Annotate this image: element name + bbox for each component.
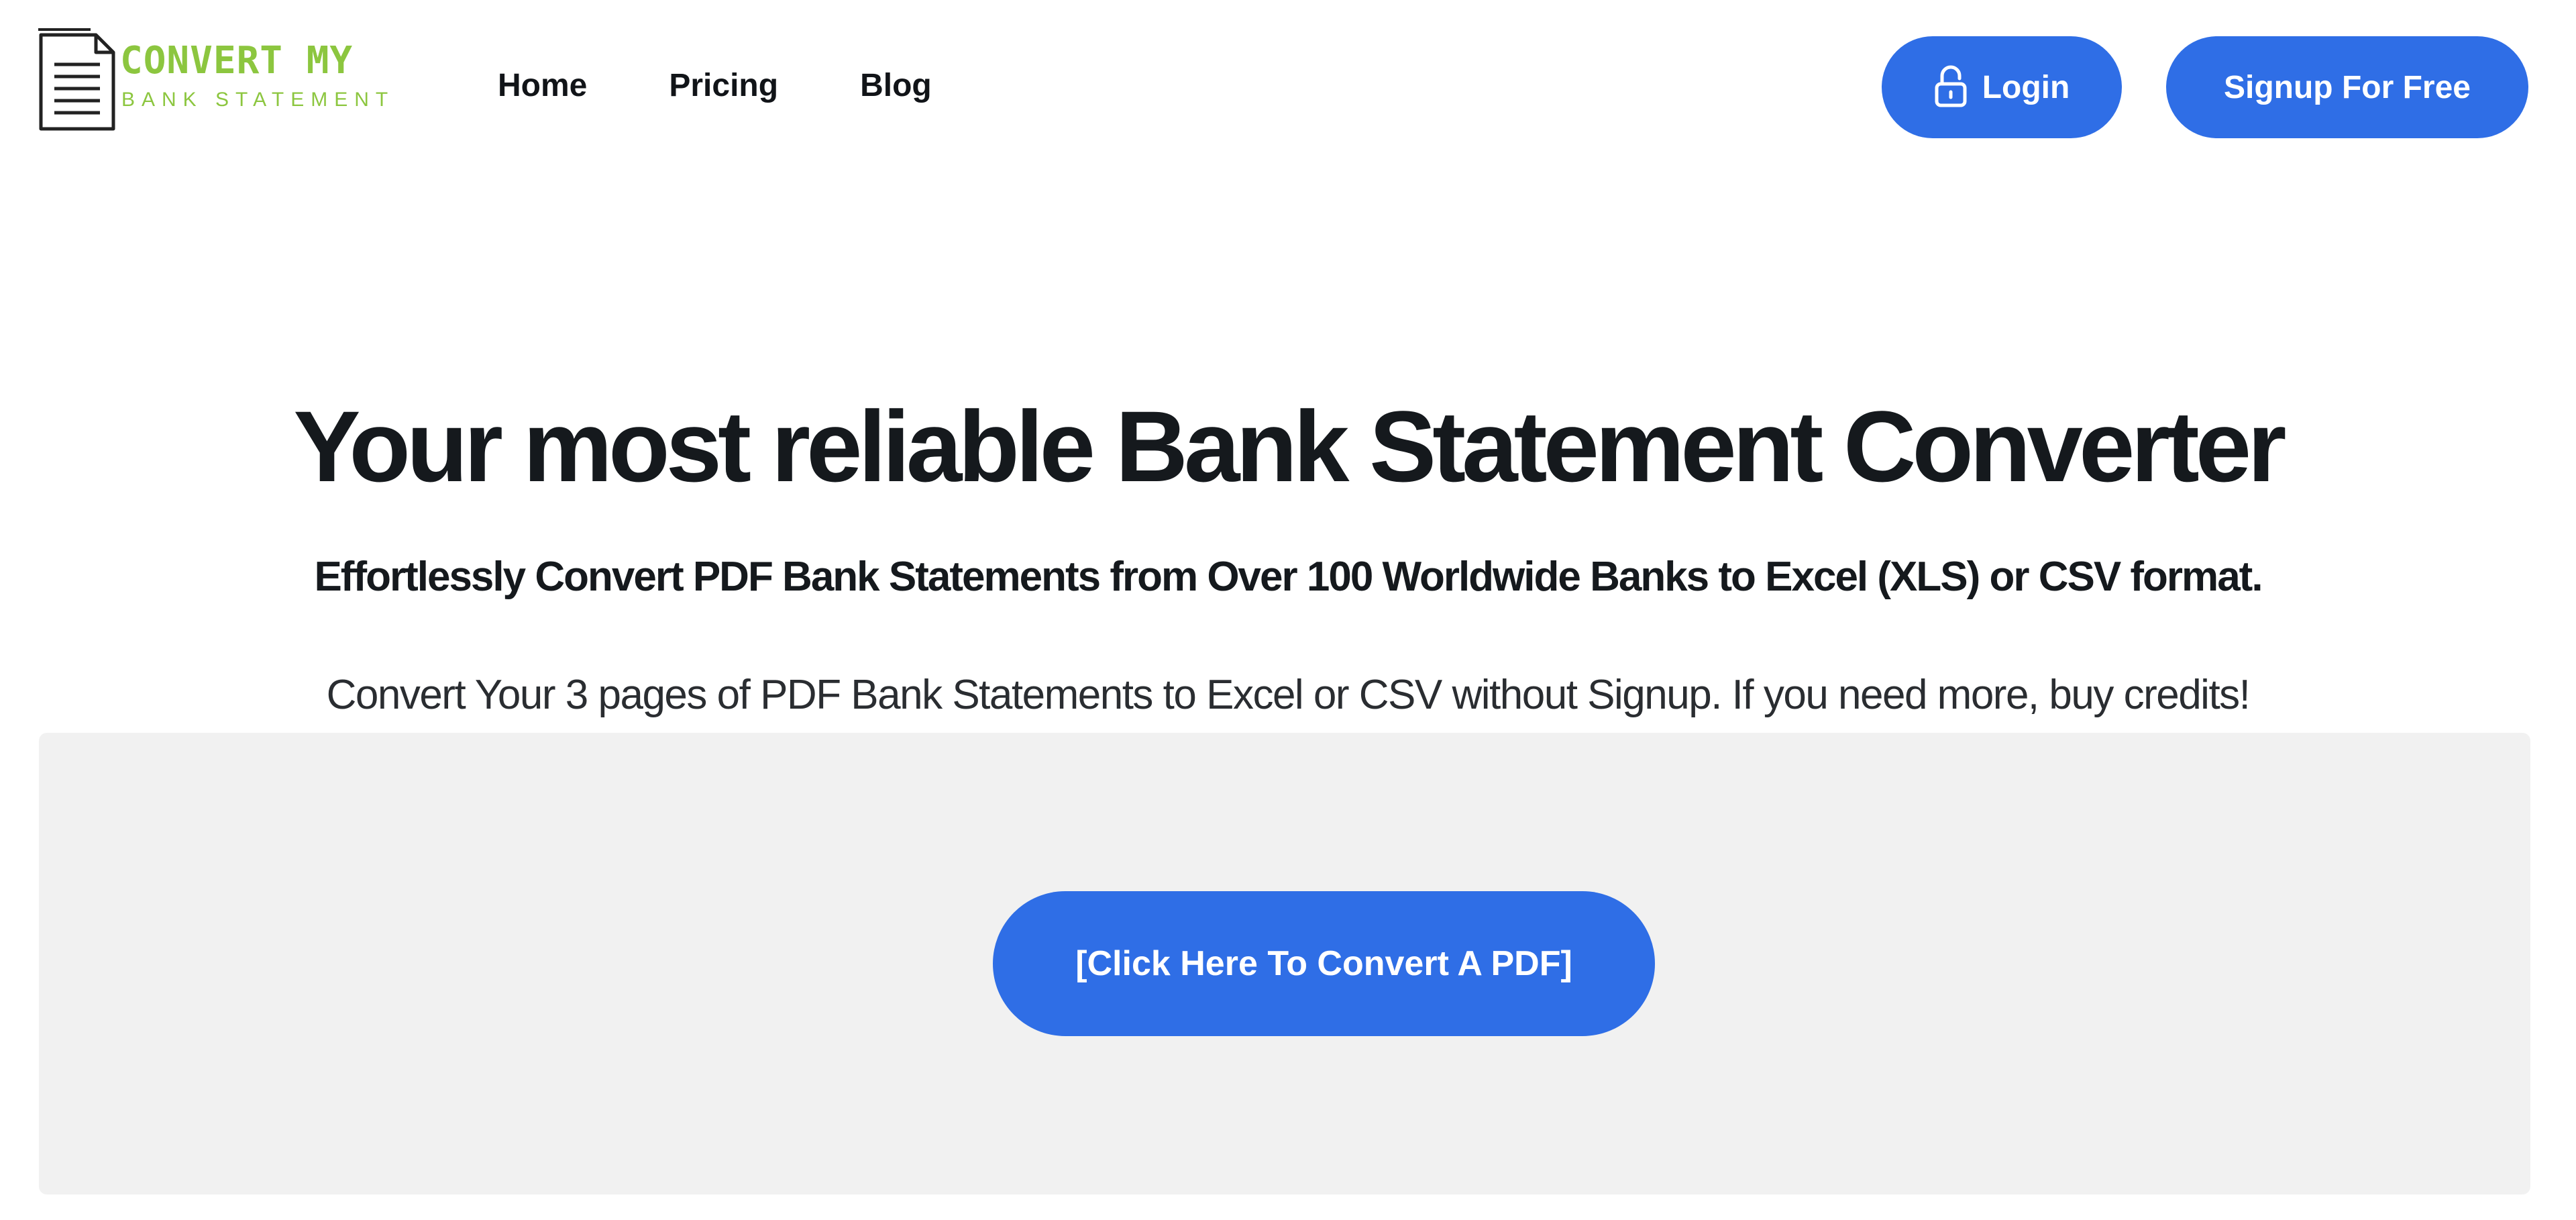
signup-button-label: Signup For Free <box>2223 69 2471 105</box>
logo-wordmark-bottom: BANK STATEMENT <box>121 89 395 111</box>
page-subtitle: Effortlessly Convert PDF Bank Statements… <box>314 554 2263 600</box>
nav-link-pricing[interactable]: Pricing <box>669 64 778 107</box>
upload-panel[interactable]: [Click Here To Convert A PDF] <box>39 733 2530 1194</box>
logo-wordmark-top: CONVERT MY <box>120 39 354 83</box>
login-button[interactable]: Login <box>1882 36 2122 138</box>
site-header: CONVERT MY BANK STATEMENT Home Pricing B… <box>0 0 2576 174</box>
convert-pdf-button[interactable]: [Click Here To Convert A PDF] <box>993 891 1655 1036</box>
nav-link-blog[interactable]: Blog <box>860 64 932 107</box>
main-nav: Home Pricing Blog <box>498 64 932 107</box>
site-logo[interactable]: CONVERT MY BANK STATEMENT <box>37 27 399 134</box>
login-button-label: Login <box>1982 69 2070 105</box>
nav-link-home[interactable]: Home <box>498 64 587 107</box>
document-icon <box>38 28 115 131</box>
free-usage-note: Convert Your 3 pages of PDF Bank Stateme… <box>326 672 2251 718</box>
lock-icon <box>1935 65 1967 107</box>
page-title: Your most reliable Bank Statement Conver… <box>293 390 2286 503</box>
convert-pdf-button-label: [Click Here To Convert A PDF] <box>1075 944 1572 983</box>
signup-button[interactable]: Signup For Free <box>2166 36 2528 138</box>
